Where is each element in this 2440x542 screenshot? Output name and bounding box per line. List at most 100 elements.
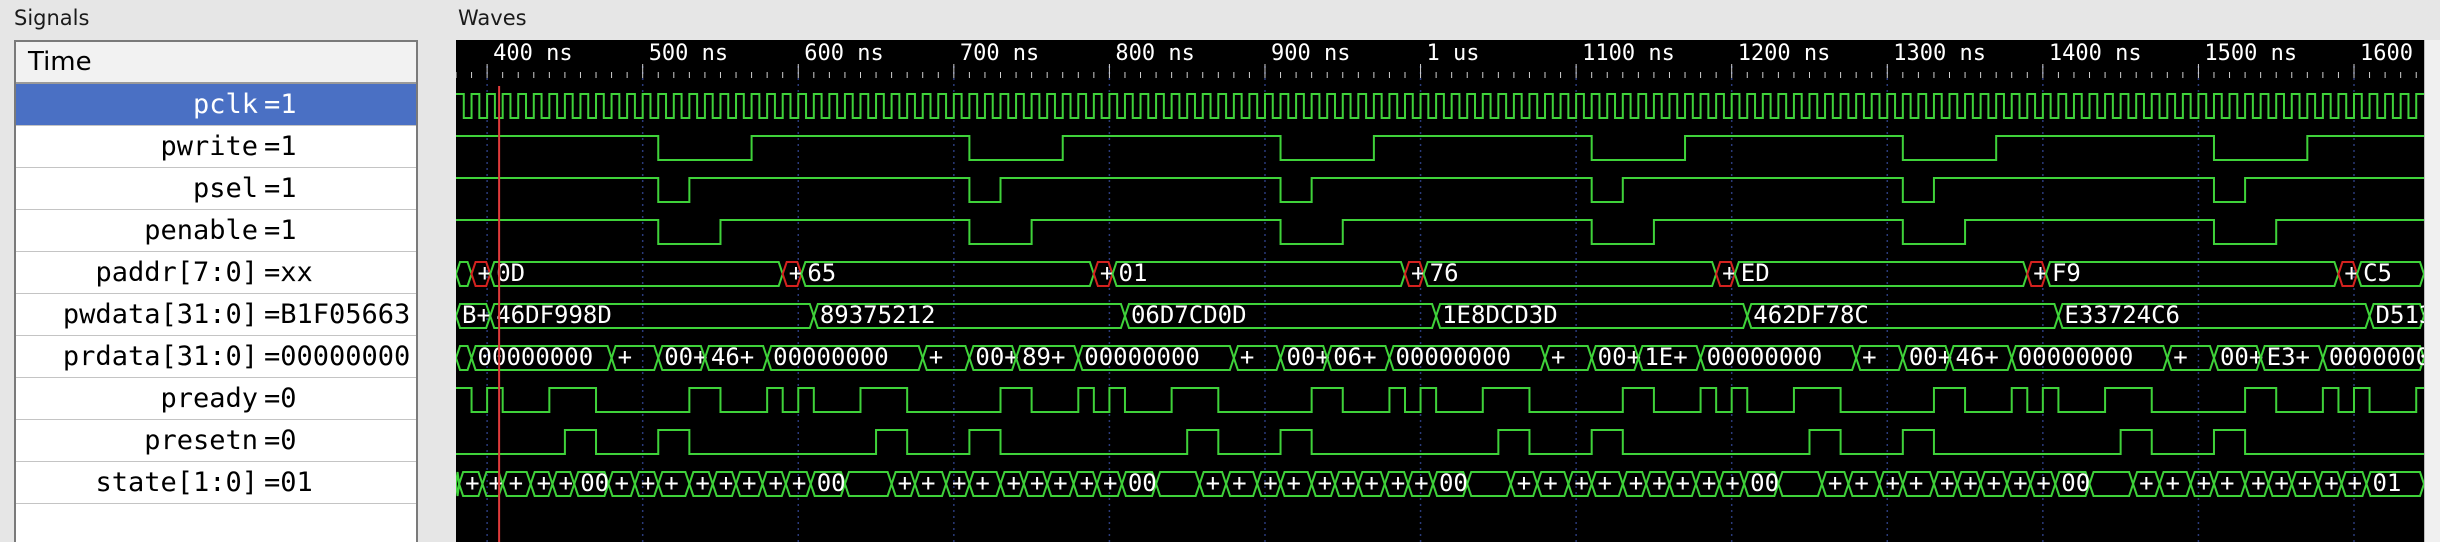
wave-prdata-value: 46+ <box>1956 343 1999 371</box>
wave-state-value: + <box>2348 469 2362 497</box>
ruler-label: 1600 ns <box>2360 41 2424 66</box>
wave-state-value: + <box>1629 469 1643 497</box>
signal-row-pready[interactable]: pready =0 <box>16 378 416 420</box>
wave-prdata-value: + <box>1862 343 1876 371</box>
wave-prdata-value: 06+ <box>1333 343 1376 371</box>
wave-state-value: + <box>2013 469 2027 497</box>
signals-pane[interactable]: Time pclk =1 pwrite =1 psel =1 penable =1 paddr[… <box>14 40 418 542</box>
ruler-label: 400 ns <box>493 41 572 66</box>
time-header[interactable]: Time <box>16 42 416 84</box>
wave-paddr-value: F9 <box>2052 259 2081 287</box>
signal-row-prdata-31-0[interactable]: prdata[31:0] =00000000 <box>16 336 416 378</box>
ruler-label: 700 ns <box>960 41 1039 66</box>
signal-name: state[1:0] <box>95 467 258 498</box>
wave-state-value: + <box>1574 469 1588 497</box>
wave-state-value: + <box>1854 469 1868 497</box>
wave-prdata-value: 00+ <box>2220 343 2263 371</box>
wave-state-value: + <box>1675 469 1689 497</box>
wave-prdata-value: 89+ <box>1022 343 1065 371</box>
signal-row-paddr-7-0[interactable]: paddr[7:0] =xx <box>16 252 416 294</box>
wave-prdata-value: + <box>1240 343 1254 371</box>
wave-paddr-value: 76 <box>1430 259 1459 287</box>
wave-paddr-value: C5 <box>2363 259 2392 287</box>
signal-row-psel[interactable]: psel =1 <box>16 168 416 210</box>
waveform-canvas[interactable]: 400 ns 500 ns 600 ns 700 ns 800 ns 900 ns 1 us… <box>456 40 2424 542</box>
wave-state-value: + <box>768 469 782 497</box>
wave-state-value: + <box>509 469 523 497</box>
wave-pwdata-value: E33724C6 <box>2064 301 2180 329</box>
signal-value: =1 <box>264 215 297 246</box>
wave-state-value: + <box>1987 469 2001 497</box>
wave-pwdata-value: 462DF78C <box>1753 301 1869 329</box>
signal-value: =1 <box>264 89 297 120</box>
wave-state-value: + <box>1053 469 1067 497</box>
wave-prdata-value: 00+ <box>1909 343 1952 371</box>
wave-state-value: + <box>1287 469 1301 497</box>
wave-state-value: 01 <box>2372 469 2401 497</box>
wave-state-value: + <box>641 469 655 497</box>
wave-state-value: 00 <box>2061 469 2090 497</box>
wave-state-value: + <box>2197 469 2211 497</box>
wave-state-value: + <box>1391 469 1405 497</box>
waves-pane[interactable]: 400 ns 500 ns 600 ns 700 ns 800 ns 900 ns 1 us… <box>456 40 2424 542</box>
ruler-label: 1400 ns <box>2049 41 2142 66</box>
wave-state-value: + <box>2274 469 2288 497</box>
signal-row-penable[interactable]: penable =1 <box>16 210 416 252</box>
wave-prdata-value: 00000000 <box>2329 343 2424 371</box>
wave-prdata-value: 1E+ <box>1644 343 1687 371</box>
wave-prdata-value: 00+ <box>1598 343 1641 371</box>
wave-state-value: + <box>2324 469 2338 497</box>
wave-prdata-value: 00000000 <box>1707 343 1823 371</box>
wave-state-value: 00 <box>1439 469 1468 497</box>
wave-state-value: + <box>1263 469 1277 497</box>
wave-state-value: + <box>1080 469 1094 497</box>
wave-state-value: + <box>1007 469 1021 497</box>
wave-pwdata-value: 46DF998D <box>496 301 612 329</box>
ruler-label: 500 ns <box>649 41 728 66</box>
wave-state-value: + <box>898 469 912 497</box>
wave-prdata-value: + <box>1551 343 1565 371</box>
wave-prdata-value: + <box>929 343 943 371</box>
signal-row-pwdata-31-0[interactable]: pwdata[31:0] =B1F05663 <box>16 294 416 336</box>
wave-state-value: + <box>2139 469 2153 497</box>
signal-name: paddr[7:0] <box>95 257 258 288</box>
wave-state-value: + <box>1702 469 1716 497</box>
wave-state-value: + <box>1030 469 1044 497</box>
ruler-label: 1300 ns <box>1893 41 1986 66</box>
wave-state-value: + <box>921 469 935 497</box>
wave-state-value: + <box>537 469 551 497</box>
signal-name: pwrite <box>160 131 258 162</box>
wave-state-value: + <box>1885 469 1899 497</box>
signal-row-pwrite[interactable]: pwrite =1 <box>16 126 416 168</box>
wave-state-value: + <box>1414 469 1428 497</box>
wave-prdata-value: 00000000 <box>2018 343 2134 371</box>
wave-paddr-value: ED <box>1741 259 1770 287</box>
wave-state-value: + <box>1909 469 1923 497</box>
signal-row-state-1-0[interactable]: state[1:0] =01 <box>16 462 416 504</box>
wave-prdata-value: 46+ <box>711 343 754 371</box>
wave-prdata-value: + <box>2173 343 2187 371</box>
signal-row-presetn[interactable]: presetn =0 <box>16 420 416 462</box>
signal-row-pclk[interactable]: pclk =1 <box>16 84 416 126</box>
signal-name: psel <box>192 173 258 204</box>
wave-state-value: 00 <box>580 469 609 497</box>
signal-name: prdata[31:0] <box>62 341 258 372</box>
waves-vertical-scrollbar[interactable] <box>2424 40 2440 542</box>
wave-state-value: 00 <box>817 469 846 497</box>
wave-state-value: + <box>1963 469 1977 497</box>
signal-value: =B1F05663 <box>264 299 411 330</box>
wave-state-value: + <box>1364 469 1378 497</box>
wave-state-value: + <box>952 469 966 497</box>
wave-state-value: + <box>1828 469 1842 497</box>
wave-state-value: + <box>1103 469 1117 497</box>
wave-prdata-value: 00000000 <box>773 343 889 371</box>
signal-name: presetn <box>144 425 258 456</box>
wave-state-value: + <box>1341 469 1355 497</box>
wave-state-value: + <box>1940 469 1954 497</box>
wave-pwdata-value: D513D2 <box>2376 301 2424 329</box>
ruler-label: 800 ns <box>1115 41 1194 66</box>
wave-state-value: + <box>742 469 756 497</box>
wave-state-value: + <box>792 469 806 497</box>
wave-state-value: + <box>2298 469 2312 497</box>
waves-pane-title: Waves <box>458 6 527 30</box>
